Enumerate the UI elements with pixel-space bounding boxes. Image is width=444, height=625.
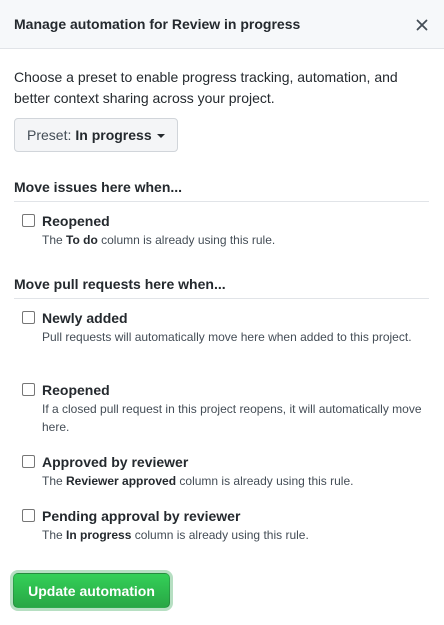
preset-prefix: Preset: [27, 127, 72, 143]
caret-down-icon [156, 134, 165, 138]
rule-label: Newly added [42, 310, 128, 326]
rule-description: The To do column is already using this r… [42, 233, 276, 247]
issues-section-title: Move issues here when... [14, 179, 183, 195]
dialog-title: Manage automation for Review in progress [14, 16, 301, 32]
rule-label: Reopened [42, 213, 110, 229]
checkbox[interactable] [22, 455, 35, 468]
dialog-header: Manage automation for Review in progress [0, 0, 444, 49]
divider [14, 298, 429, 299]
preset-dropdown[interactable]: Preset: In progress [14, 118, 178, 152]
rule-description: Pull requests will automatically move he… [42, 330, 412, 344]
preset-value: In progress [75, 127, 152, 143]
intro-text: Choose a preset to enable progress track… [14, 69, 398, 106]
rule-description: The In progress column is already using … [42, 528, 309, 542]
checkbox[interactable] [22, 311, 35, 324]
pr-section-title: Move pull requests here when... [14, 276, 226, 292]
rule-description: The Reviewer approved column is already … [42, 474, 354, 488]
checkbox[interactable] [22, 383, 35, 396]
divider [14, 201, 429, 202]
rule-label: Pending approval by reviewer [42, 508, 241, 524]
close-icon [416, 19, 428, 31]
rule-label: Reopened [42, 382, 110, 398]
rule-description: If a closed pull request in this project… [42, 402, 422, 434]
checkbox[interactable] [22, 214, 35, 227]
update-automation-button[interactable]: Update automation [13, 573, 170, 608]
rule-label: Approved by reviewer [42, 454, 189, 470]
close-button[interactable] [410, 13, 434, 37]
checkbox[interactable] [22, 509, 35, 522]
